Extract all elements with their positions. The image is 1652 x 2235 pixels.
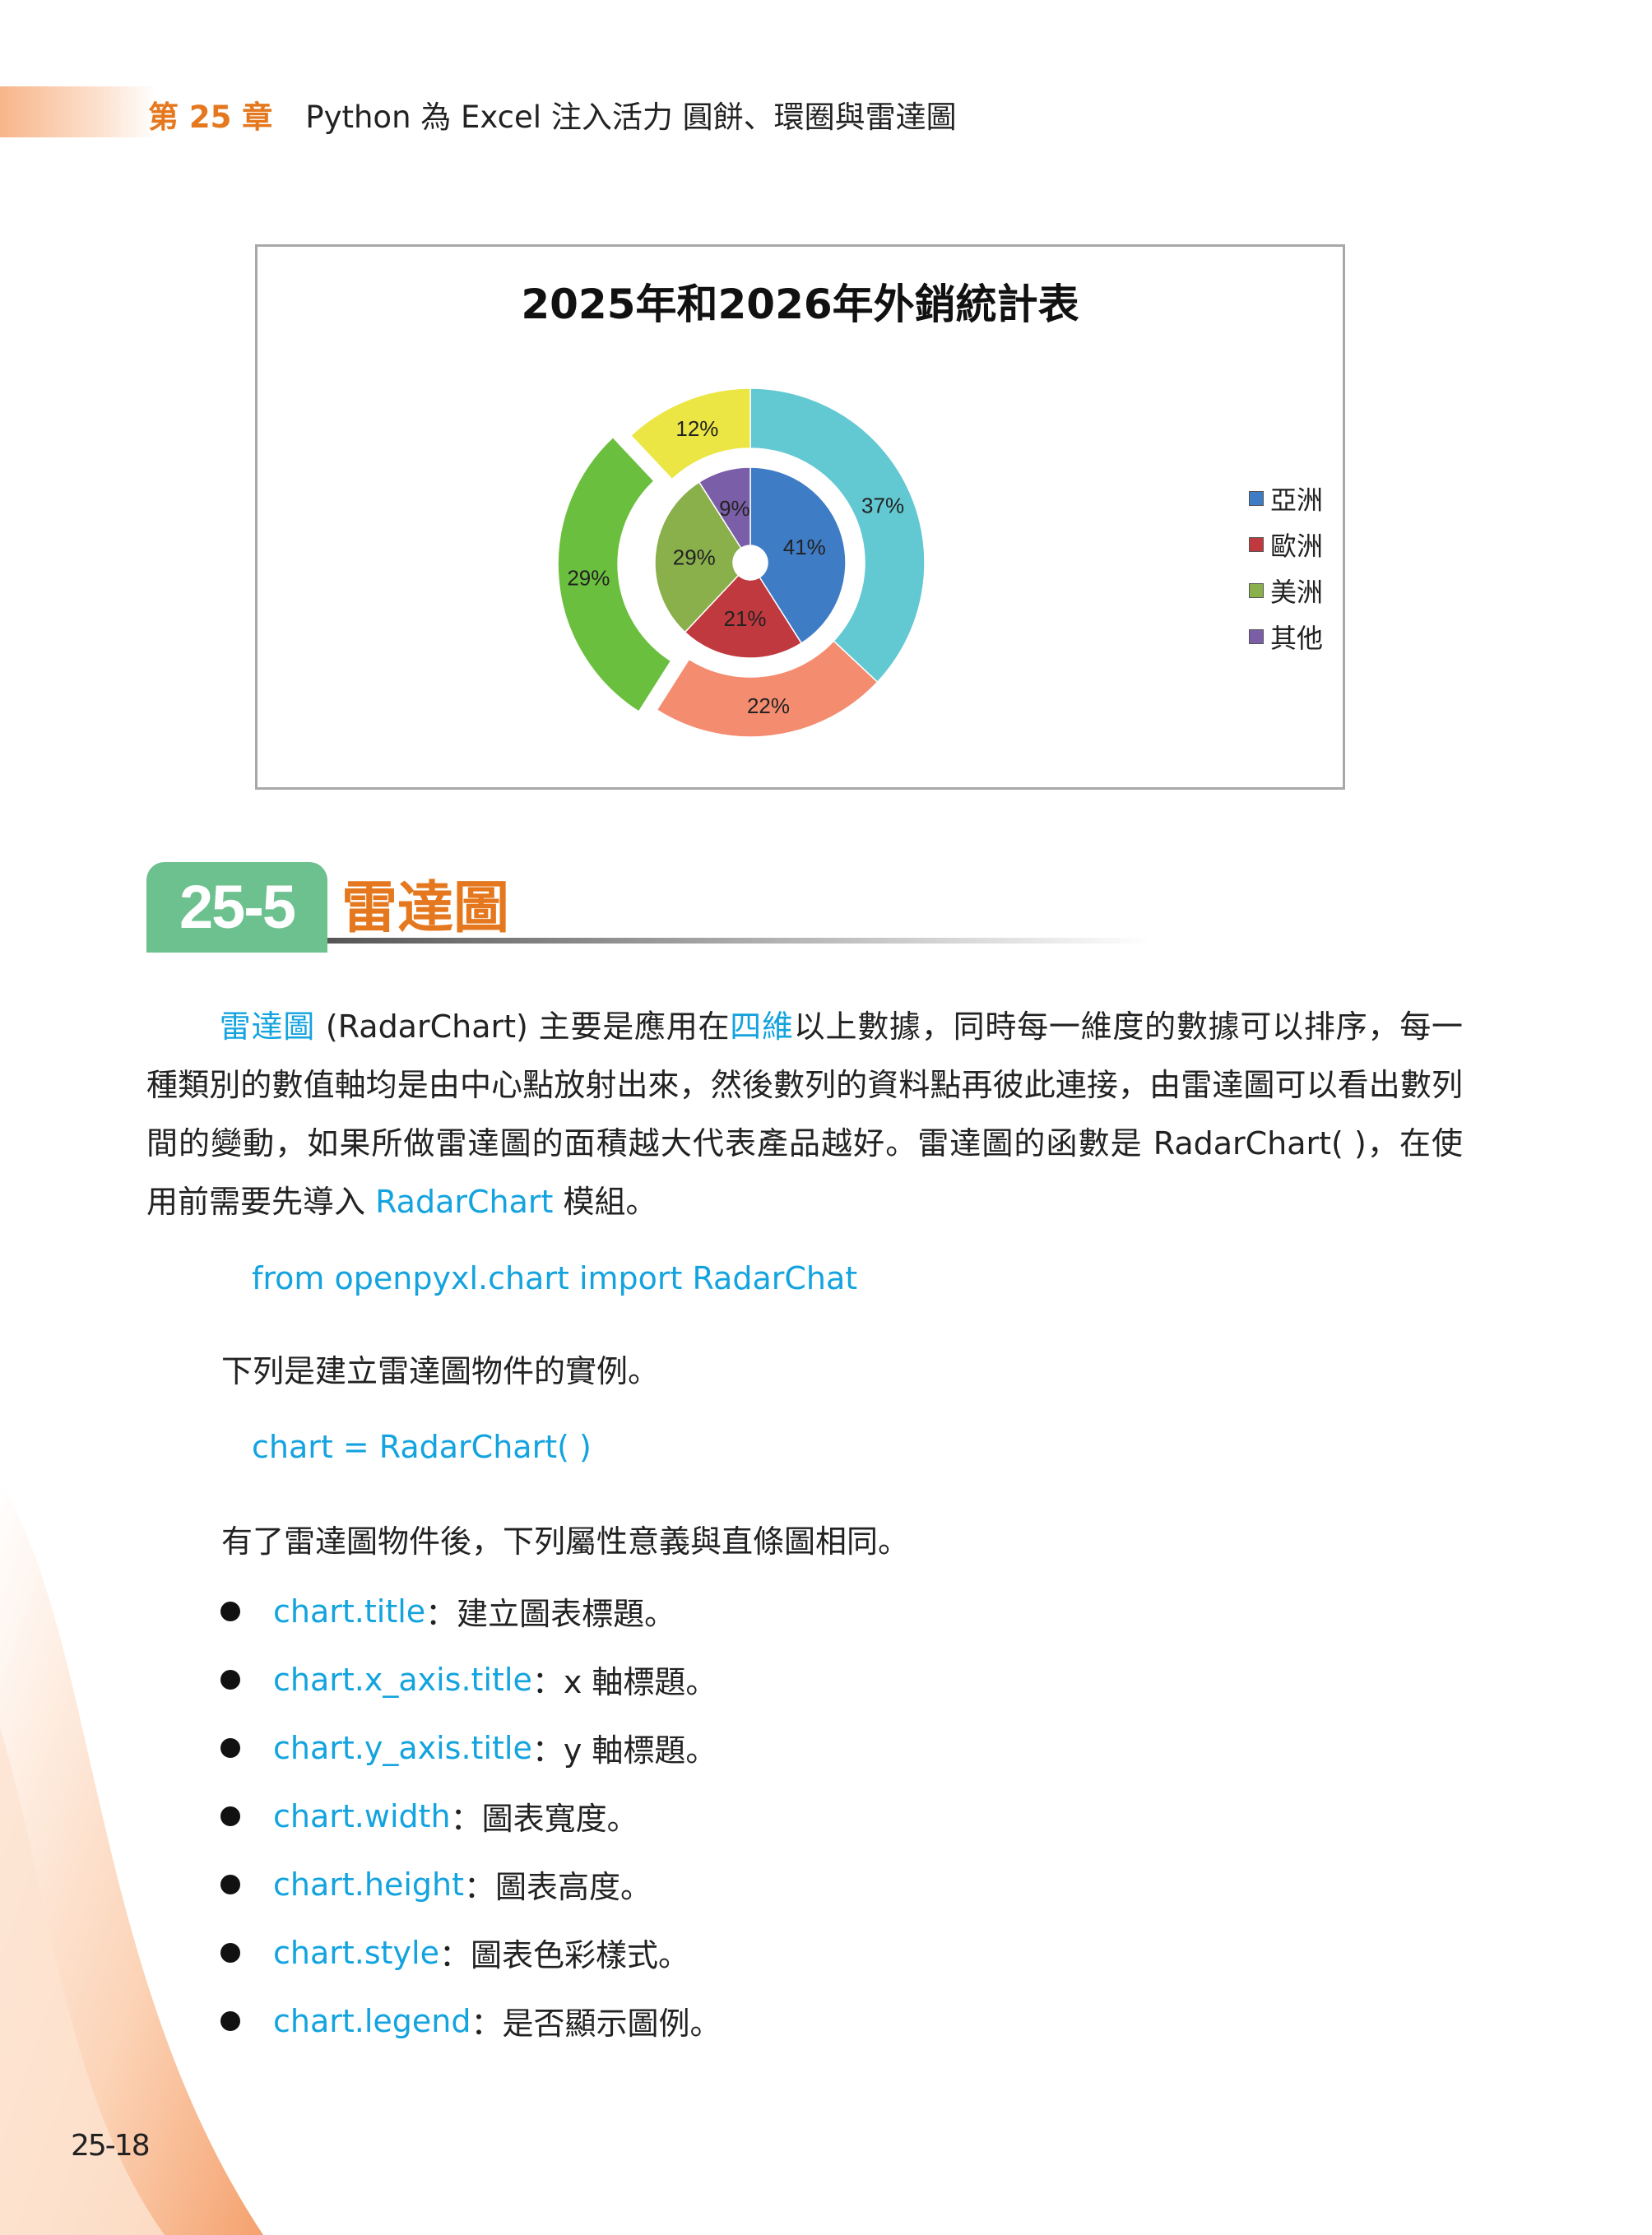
legend-swatch (1249, 537, 1264, 552)
code-import: from openpyxl.chart import RadarChat (252, 1260, 858, 1296)
bullet-item: chart.legend ：是否顯示圖例。 (220, 1998, 722, 2043)
legend-swatch (1249, 629, 1264, 644)
bullet-item: chart.title ：建立圖表標題。 (220, 1588, 675, 1634)
bullet-item: chart.x_axis.title ：x 軸標題。 (220, 1657, 717, 1702)
bullet-icon (220, 1669, 240, 1690)
page-number: 25-18 (71, 2129, 151, 2163)
legend-swatch (1249, 491, 1264, 506)
bullet-icon (220, 2010, 240, 2031)
bullet-icon (220, 1806, 240, 1826)
property-desc: ：是否顯示圖例。 (471, 2005, 722, 2042)
bullet-item: chart.y_axis.title ：y 軸標題。 (220, 1725, 717, 1770)
text: (RadarChart) 主要是應用在 (315, 1009, 731, 1045)
bullet-item: chart.height ：圖表高度。 (220, 1862, 652, 1907)
legend-item: 美洲 (1249, 568, 1323, 614)
property-name: chart.y_axis.title (273, 1729, 532, 1766)
intro-paragraph: 雷達圖 (RadarChart) 主要是應用在四維以上數據，同時每一維度的數據可… (146, 998, 1463, 1231)
data-label: 29% (673, 545, 716, 570)
data-label: 9% (719, 496, 750, 521)
term-radar: 雷達圖 (219, 1009, 316, 1045)
property-desc: ：x 軸標題。 (531, 1664, 717, 1700)
data-label: 22% (747, 693, 790, 718)
property-name: chart.height (273, 1866, 464, 1903)
legend-label: 美洲 (1270, 577, 1324, 608)
property-name: chart.title (273, 1593, 426, 1630)
section-title: 雷達圖 (341, 876, 510, 941)
property-desc: ：圖表高度。 (464, 1869, 652, 1905)
legend: 亞洲 歐洲 美洲 其他 (1249, 475, 1323, 660)
property-name: chart.x_axis.title (273, 1661, 532, 1698)
term-4d: 四維 (730, 1009, 794, 1045)
bullet-icon (220, 1942, 240, 1963)
code-create: chart = RadarChart( ) (252, 1429, 592, 1465)
legend-label: 亞洲 (1270, 485, 1324, 516)
bullet-item: chart.width ：圖表寬度。 (220, 1793, 638, 1839)
property-name: chart.width (273, 1797, 451, 1834)
text-example: 下列是建立雷達圖物件的實例。 (221, 1353, 660, 1389)
data-label: 12% (675, 416, 718, 441)
data-label: 37% (861, 493, 904, 517)
text: 模組。 (553, 1184, 657, 1220)
section-number: 25-5 (146, 862, 327, 953)
legend-item: 亞洲 (1249, 475, 1323, 522)
data-label: 29% (567, 566, 610, 591)
doughnut-svg: 41%21%29%9% 37%22%29%12% (557, 387, 926, 738)
bullet-icon (220, 1601, 240, 1621)
property-name: chart.style (273, 1934, 439, 1971)
term-module: RadarChart (375, 1184, 554, 1220)
legend-label: 歐洲 (1270, 531, 1324, 562)
legend-swatch (1249, 583, 1264, 598)
property-desc: ：圖表色彩樣式。 (439, 1937, 690, 1973)
running-header: 第 25 章 Python 為 Excel 注入活力 圓餅、環圈與雷達圖 (148, 92, 957, 137)
bullet-icon (220, 1737, 240, 1758)
bullet-icon (220, 1874, 240, 1894)
bullet-item: chart.style ：圖表色彩樣式。 (220, 1930, 689, 1975)
property-desc: ：建立圖表標題。 (425, 1596, 676, 1632)
chapter-title: Python 為 Excel 注入活力 圓餅、環圈與雷達圖 (305, 100, 957, 135)
property-desc: ：圖表寬度。 (450, 1801, 638, 1837)
legend-item: 其他 (1249, 614, 1323, 660)
doughnut-chart: 2025年和2026年外銷統計表 41% 21% 29% 9% 37% 22% 29% 12%… (255, 244, 1345, 790)
text-properties: 有了雷達圖物件後，下列屬性意義與直條圖相同。 (221, 1523, 910, 1560)
data-label: 41% (783, 535, 826, 559)
data-label: 21% (724, 606, 767, 631)
chapter-label: 第 25 章 (148, 100, 273, 135)
property-name: chart.legend (273, 2002, 471, 2039)
header-decoration (0, 86, 156, 137)
legend-item: 歐洲 (1249, 522, 1323, 568)
legend-label: 其他 (1270, 623, 1324, 654)
property-desc: ：y 軸標題。 (531, 1732, 717, 1769)
